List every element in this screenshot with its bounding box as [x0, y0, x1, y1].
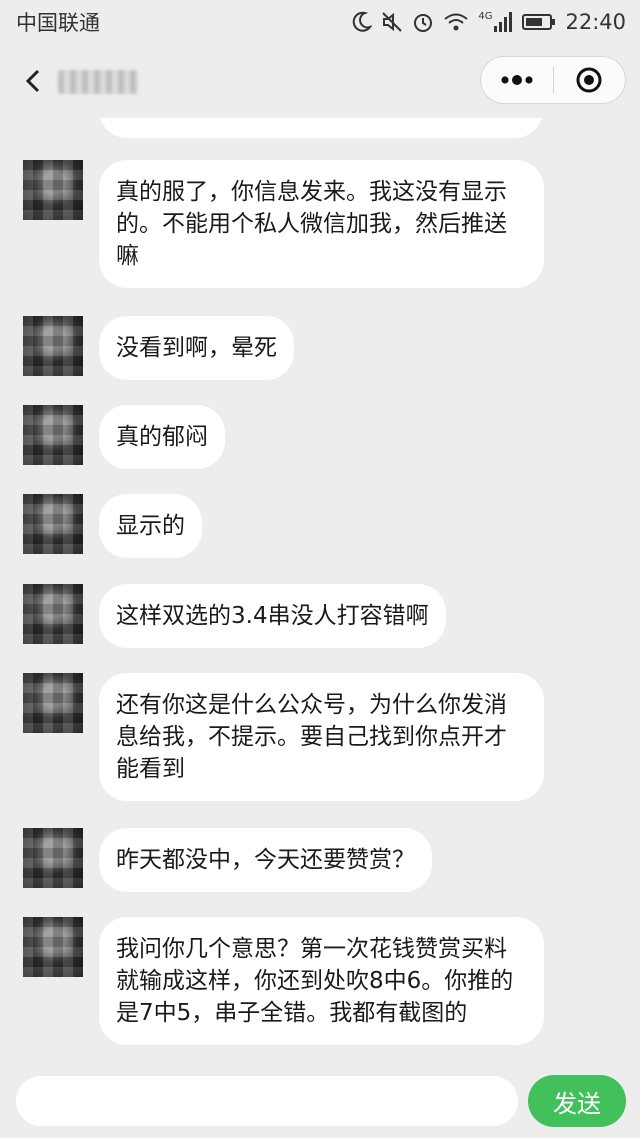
message-bubble: 真的郁闷	[99, 405, 225, 469]
back-arrow-icon	[25, 69, 40, 93]
moon-icon	[352, 11, 373, 33]
carrier-label: 中国联通	[16, 11, 100, 35]
page-title	[58, 70, 138, 94]
message-bubble: 还有你这是什么公众号，为什么你发消息给我，不提示。要自己找到你点开才能看到	[99, 673, 544, 801]
target-close-icon	[576, 67, 602, 93]
avatar[interactable]	[23, 160, 83, 220]
status-bar: 中国联通 4G 22:40	[0, 0, 640, 44]
nav-bar	[0, 44, 640, 118]
message-bubble-partial	[99, 118, 543, 138]
battery-icon	[522, 13, 556, 31]
avatar[interactable]	[23, 584, 83, 644]
avatar[interactable]	[23, 494, 83, 554]
message-bubble: 显示的	[99, 494, 202, 558]
avatar[interactable]	[23, 316, 83, 376]
mini-program-capsule	[480, 56, 626, 104]
network-label: 4G	[478, 11, 493, 22]
avatar[interactable]	[23, 673, 83, 733]
status-icons: 4G 22:40	[352, 10, 626, 34]
message-bubble: 昨天都没中，今天还要赞赏？	[99, 828, 432, 892]
alarm-icon	[412, 11, 434, 33]
message-list[interactable]: 真的服了，你信息发来。我这没有显示的。不能用个私人微信加我，然后推送嘛 没看到啊…	[0, 118, 640, 1070]
message-bubble: 我问你几个意思？第一次花钱赞赏买料就输成这样，你还到处吹8中6。你推的是7中5，…	[99, 917, 544, 1045]
close-button[interactable]	[554, 57, 626, 103]
back-button[interactable]	[18, 66, 48, 96]
message-input[interactable]	[16, 1076, 518, 1126]
more-dots-icon	[501, 75, 533, 85]
mute-icon	[381, 11, 403, 33]
wifi-icon	[443, 11, 469, 33]
message-bubble: 真的服了，你信息发来。我这没有显示的。不能用个私人微信加我，然后推送嘛	[99, 160, 544, 288]
message-bubble: 这样双选的3.4串没人打容错啊	[99, 584, 446, 648]
send-button[interactable]: 发送	[528, 1075, 626, 1127]
input-bar: 发送	[0, 1070, 640, 1138]
more-button[interactable]	[481, 57, 553, 103]
avatar[interactable]	[23, 405, 83, 465]
clock-label: 22:40	[565, 10, 626, 34]
signal-icon: 4G	[478, 11, 513, 33]
avatar[interactable]	[23, 917, 83, 977]
avatar[interactable]	[23, 828, 83, 888]
message-bubble: 没看到啊，晕死	[99, 316, 294, 380]
